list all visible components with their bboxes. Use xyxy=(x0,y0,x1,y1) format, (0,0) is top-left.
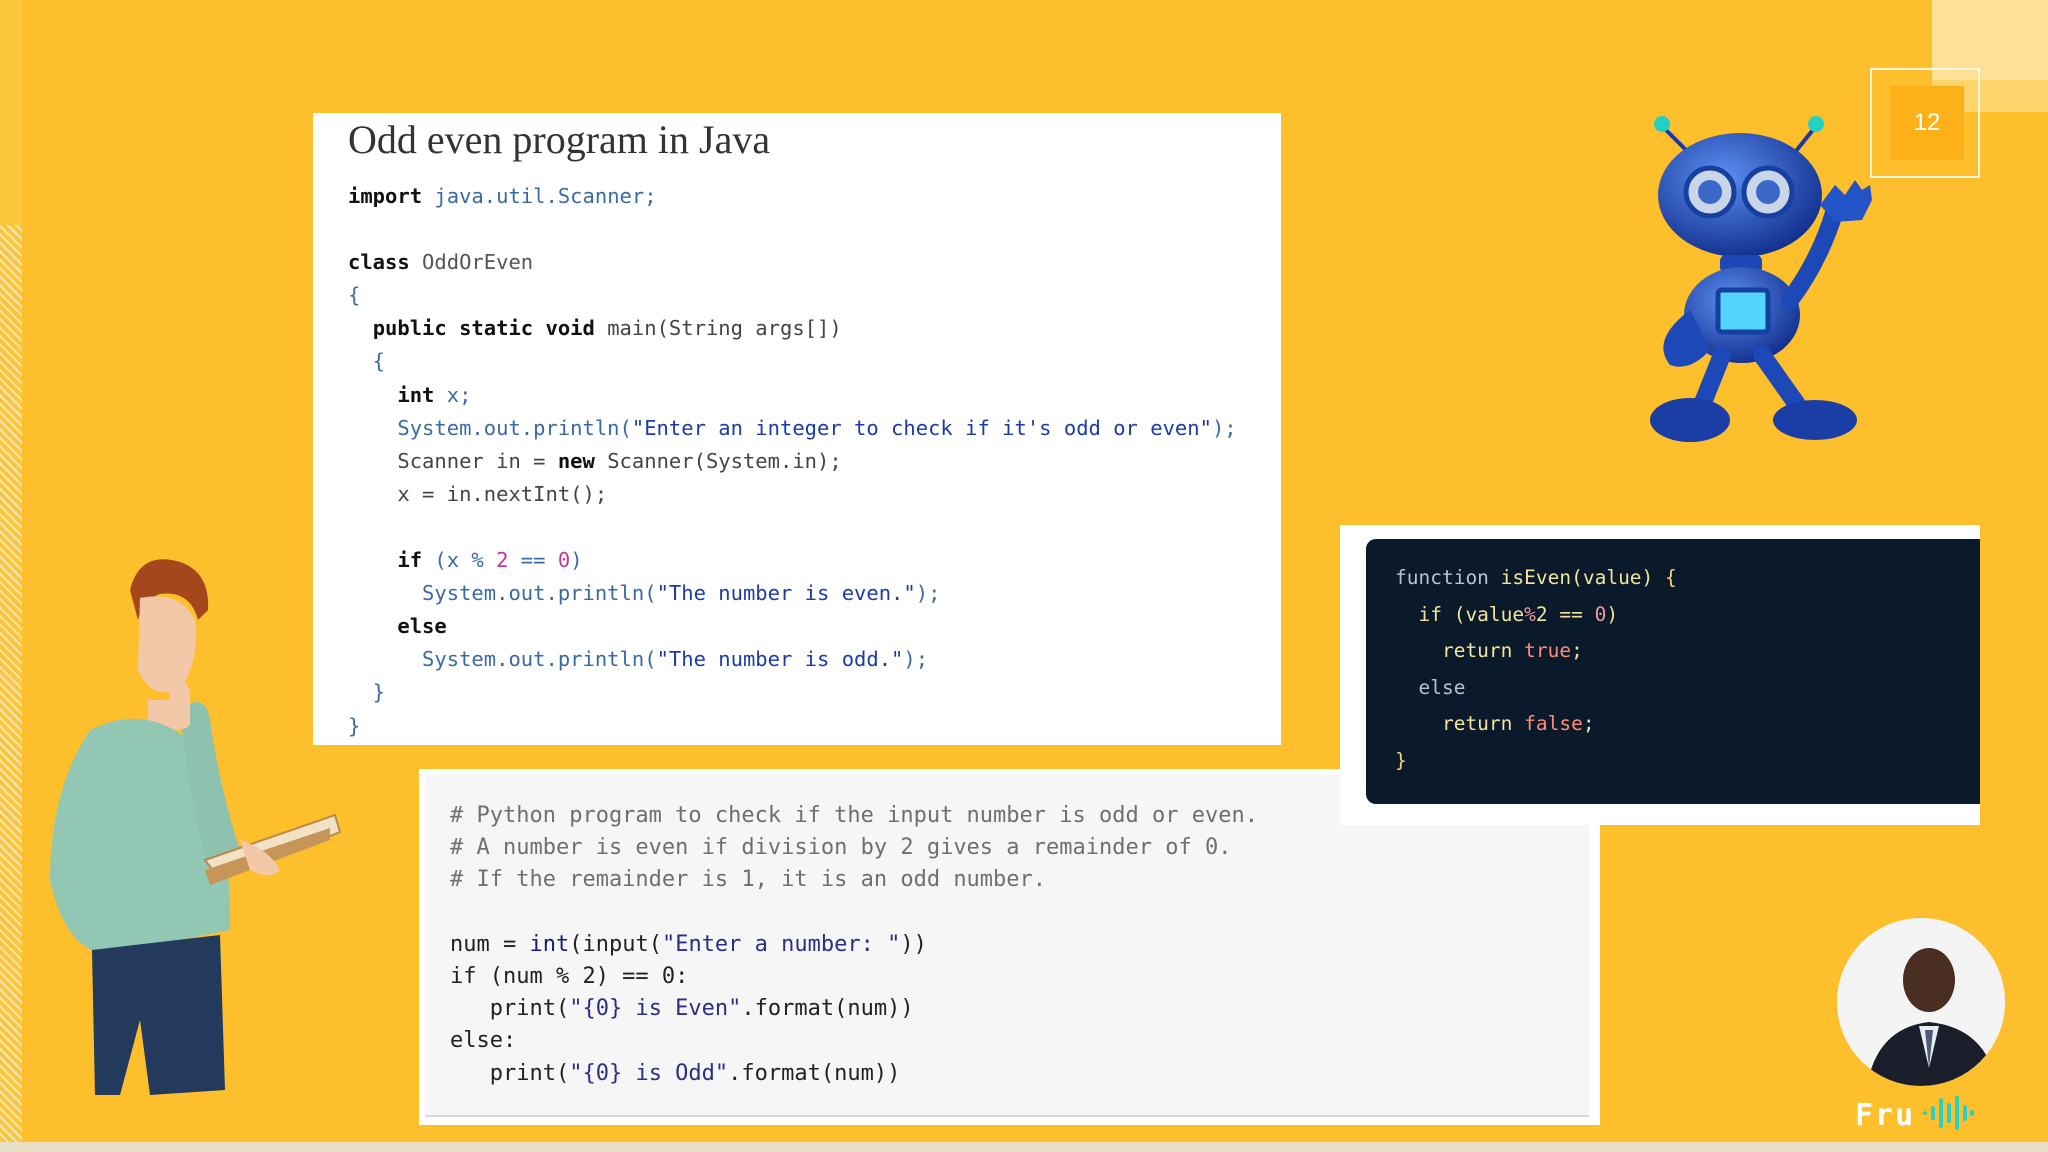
java-code-block: import java.util.Scanner; class OddOrEve… xyxy=(348,180,1237,743)
brand-logo-text: Fru xyxy=(1855,1098,1916,1133)
code-token: java.util.Scanner; xyxy=(422,184,657,208)
code-token: (value) xyxy=(1571,566,1666,589)
slide: Odd even program in Java import java.uti… xyxy=(0,0,2048,1152)
code-string: "{0} is Odd" xyxy=(569,1060,729,1086)
code-number: 2 xyxy=(496,548,509,573)
code-string: "The number is even." xyxy=(656,581,916,606)
code-token: 2 == xyxy=(1535,602,1595,626)
code-token: .format(num)) xyxy=(728,1060,901,1086)
python-code-block: # Python program to check if the input n… xyxy=(450,800,1258,1090)
person-reading-illustration xyxy=(50,559,342,1095)
code-token: ); xyxy=(915,581,941,606)
code-token: if xyxy=(397,548,423,573)
code-token: main(String args[]) xyxy=(594,316,842,341)
code-token: { xyxy=(348,349,386,374)
code-comment: # Python program to check if the input n… xyxy=(450,803,1258,828)
code-token: print( xyxy=(450,1060,570,1086)
code-token: ); xyxy=(903,647,929,672)
code-token: System.out.println( xyxy=(348,415,632,440)
code-token: x; xyxy=(434,382,472,407)
presenter-avatar xyxy=(1837,918,2005,1086)
code-token: % xyxy=(1524,602,1536,626)
code-number: 0 xyxy=(557,548,571,573)
code-token: == xyxy=(508,548,558,573)
code-token: { xyxy=(348,283,361,308)
code-token: import xyxy=(348,184,423,208)
code-token: System.out.println( xyxy=(348,581,657,606)
code-token: System.out.println( xyxy=(348,647,657,672)
code-token: ; xyxy=(1582,712,1595,736)
code-literal: false xyxy=(1524,712,1583,736)
bottom-bar xyxy=(0,1142,2048,1152)
code-token: public static void xyxy=(372,316,595,341)
code-token: )) xyxy=(900,931,927,957)
code-token: Scanner in = xyxy=(348,448,558,473)
code-comment: # If the remainder is 1, it is an odd nu… xyxy=(450,867,1047,893)
code-token: return xyxy=(1395,639,1525,663)
java-title: Odd even program in Java xyxy=(348,117,771,162)
audio-wave-icon xyxy=(1923,1096,1974,1130)
code-token: return xyxy=(1395,712,1525,736)
code-token: ) xyxy=(1606,602,1619,626)
code-string: "Enter a number: " xyxy=(661,931,901,957)
code-literal: true xyxy=(1524,639,1572,663)
code-token: if (num % 2) == 0: xyxy=(450,964,689,990)
code-token: else xyxy=(1395,675,1466,699)
code-token: ); xyxy=(1211,415,1237,440)
code-token: } xyxy=(1395,748,1407,772)
code-token: int xyxy=(397,382,435,407)
code-token: int xyxy=(529,931,570,957)
code-number: 0 xyxy=(1594,602,1607,626)
background-hatch xyxy=(0,225,22,1152)
code-string: "{0} is Even" xyxy=(569,996,742,1022)
code-token: if (value xyxy=(1395,602,1525,626)
code-string: "The number is odd." xyxy=(656,647,904,672)
code-token: num = xyxy=(450,931,530,957)
js-code-block: function isEven(value) { if (value%2 == … xyxy=(1395,560,1677,780)
code-token: ; xyxy=(1571,639,1583,663)
code-token: OddOrEven xyxy=(409,250,534,275)
presenter-photo xyxy=(1837,918,2005,1086)
code-token: else: xyxy=(450,1028,517,1054)
code-token: print( xyxy=(450,996,570,1022)
robot-illustration xyxy=(1650,116,1872,442)
code-token: (input( xyxy=(569,931,662,957)
code-token: ) xyxy=(570,548,583,573)
code-comment: # A number is even if division by 2 give… xyxy=(450,835,1232,861)
code-token: else xyxy=(397,614,447,639)
code-string: "Enter an integer to check if it's odd o… xyxy=(631,415,1212,440)
code-token: Scanner(System.in); xyxy=(594,448,842,473)
code-token: isEven xyxy=(1488,566,1572,589)
code-token: .format(num)) xyxy=(741,996,914,1022)
code-token: function xyxy=(1395,566,1489,589)
code-token: { xyxy=(1665,566,1677,589)
code-token: new xyxy=(557,448,595,473)
code-token: (x % xyxy=(422,548,497,573)
code-token: class xyxy=(348,250,410,275)
code-token: x = in.nextInt(); xyxy=(348,481,608,506)
